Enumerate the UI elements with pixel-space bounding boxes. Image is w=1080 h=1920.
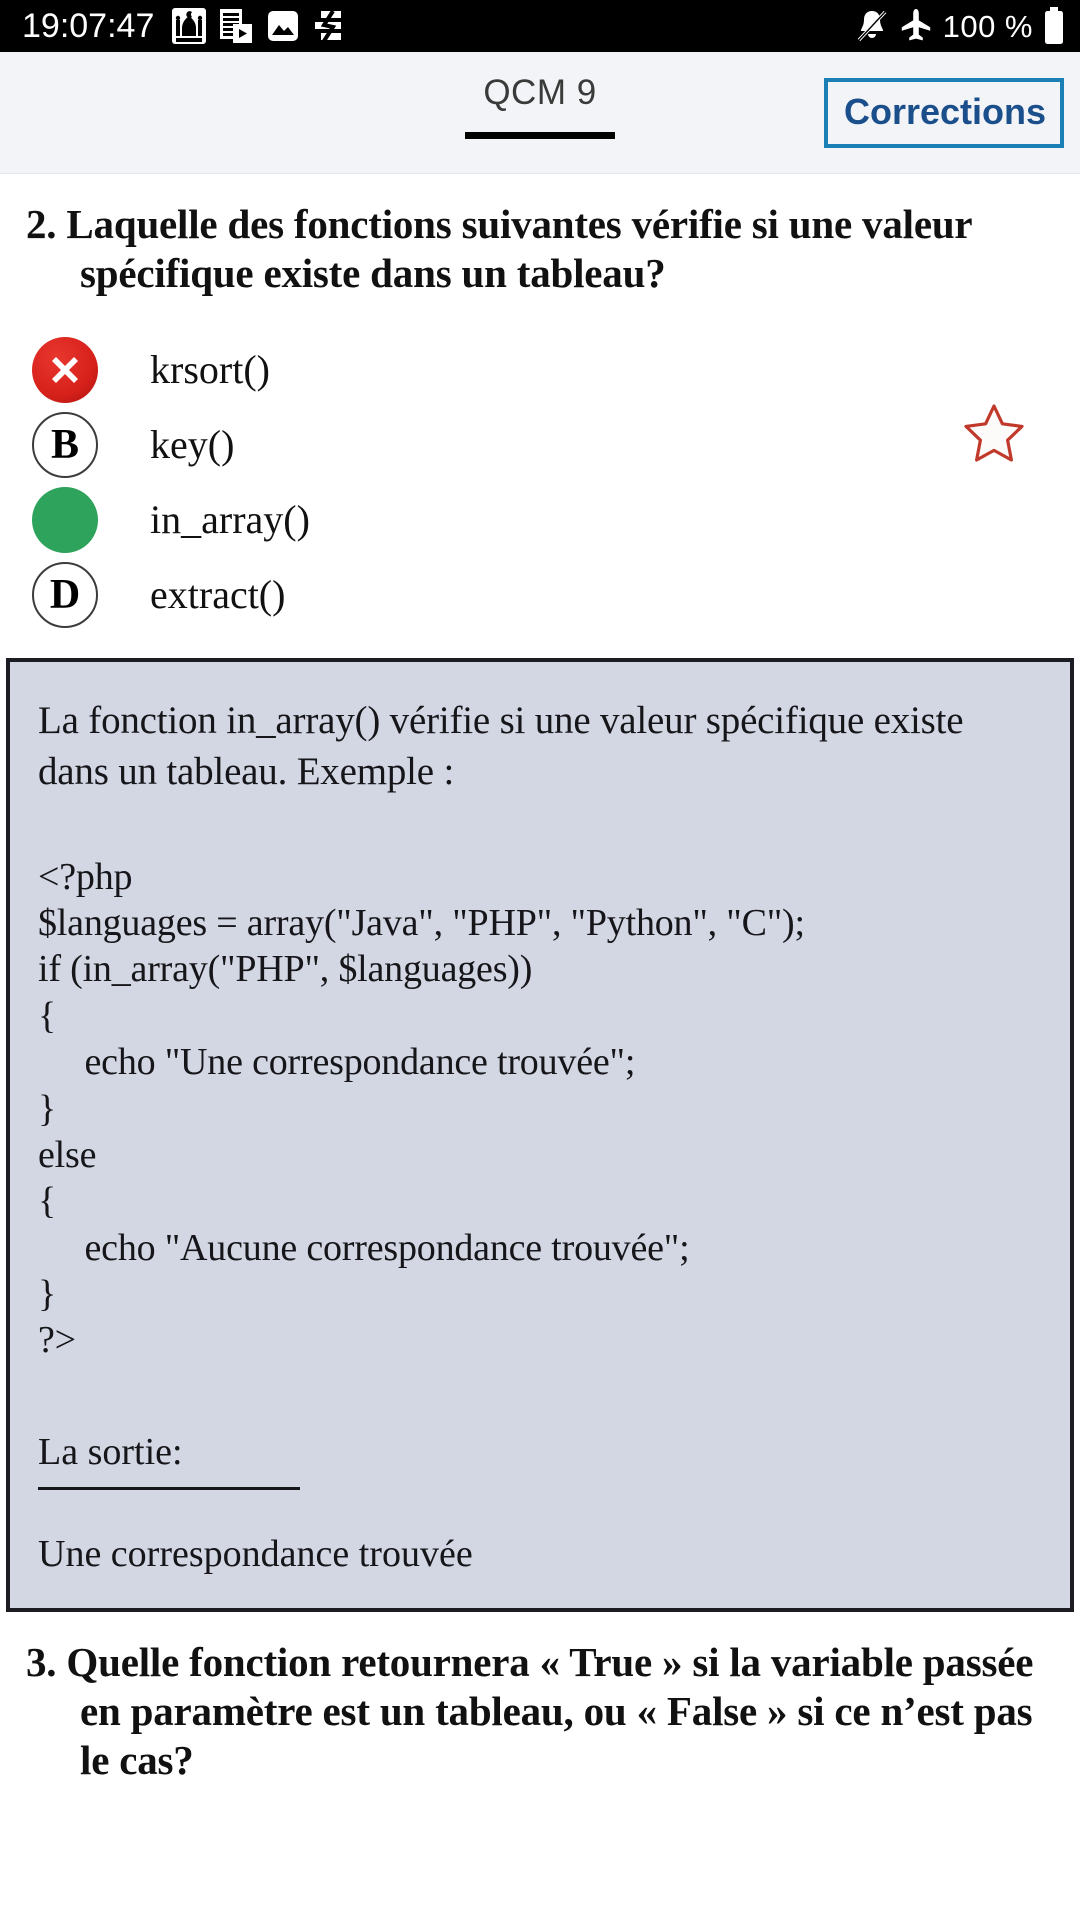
option-marker-d: D [32, 561, 98, 628]
explanation-intro-text: La fonction in_array() vérifie si une va… [38, 699, 964, 794]
option-row-b[interactable]: B key() [0, 407, 1080, 482]
output-value: Une correspondance trouvée [38, 1533, 473, 1576]
equalizer-icon [313, 9, 345, 43]
option-marker-wrong-icon [32, 336, 98, 403]
option-label-b: key() [150, 421, 235, 467]
php-code-sample: <?php $languages = array("Java", "PHP", … [38, 855, 805, 1362]
mosque-prayer-icon [172, 8, 207, 44]
quiz-content: 2. Laquelle des fonctions suivantes véri… [0, 174, 1080, 1786]
notifications-muted-icon [855, 8, 889, 44]
tab-qcm9-label: QCM 9 [483, 72, 597, 112]
app-header: QCM 9 Corrections [0, 52, 1080, 174]
status-bar-notification-icons [172, 8, 345, 44]
option-row-c[interactable]: in_array() [0, 482, 1080, 557]
option-marker-correct-icon [32, 486, 98, 553]
airplane-mode-icon [900, 8, 932, 44]
option-label-a: krsort() [150, 346, 270, 392]
question-2-block: 2. Laquelle des fonctions suivantes véri… [0, 174, 1080, 298]
corrections-button[interactable]: Corrections [823, 77, 1064, 148]
tab-qcm9[interactable]: QCM 9 [465, 75, 615, 139]
document-playlist-icon [219, 8, 253, 44]
gallery-image-icon [266, 9, 300, 43]
option-row-d[interactable]: D extract() [0, 557, 1080, 632]
option-label-d: extract() [150, 571, 286, 617]
question-2-options: krsort() B key() in_array() D extract() [0, 298, 1080, 658]
status-bar-system-icons: 100 % [855, 7, 1064, 45]
battery-percentage-label: 100 % [942, 8, 1033, 44]
output-divider [38, 1487, 300, 1491]
output-label: La sortie: [38, 1430, 183, 1473]
status-bar: 19:07:47 100 % [0, 0, 1080, 52]
explanation-box: La fonction in_array() vérifie si une va… [6, 658, 1074, 1612]
battery-full-icon [1044, 7, 1064, 45]
status-bar-clock: 19:07:47 [22, 7, 155, 45]
option-row-a[interactable]: krsort() [0, 332, 1080, 407]
question-3-text: 3. Quelle fonction retournera « True » s… [26, 1638, 1034, 1784]
question-2-text: 2. Laquelle des fonctions suivantes véri… [26, 201, 972, 297]
option-marker-b: B [32, 411, 98, 478]
star-outline-icon[interactable] [962, 402, 1026, 464]
option-label-c: in_array() [150, 496, 310, 542]
tab-active-indicator [465, 131, 615, 139]
question-3-block: 3. Quelle fonction retournera « True » s… [0, 1611, 1080, 1786]
